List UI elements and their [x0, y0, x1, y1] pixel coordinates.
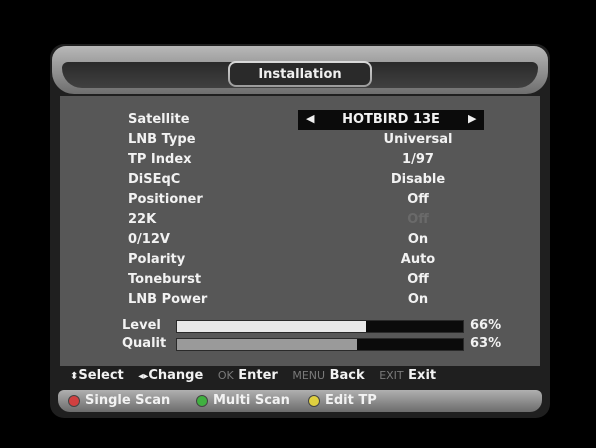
page-title: Installation — [230, 63, 370, 85]
menu-key: MENU — [292, 369, 326, 382]
single-scan-label: Single Scan — [85, 393, 171, 408]
setting-row-lnb-type[interactable]: LNB Type Universal — [128, 130, 508, 150]
setting-row-diseqc[interactable]: DiSEqC Disable — [128, 170, 508, 190]
setting-label: LNB Power — [128, 292, 208, 307]
setting-value: 1/97 — [402, 152, 434, 167]
help-change: ◂▸Change — [138, 368, 203, 383]
setting-value: On — [407, 292, 429, 307]
setting-row-22k: 22K Off — [128, 210, 508, 230]
setting-label: DiSEqC — [128, 172, 181, 187]
setting-label: Polarity — [128, 252, 186, 267]
level-meter — [176, 320, 464, 333]
setting-row-0-12v[interactable]: 0/12V On — [128, 230, 508, 250]
multi-scan-button[interactable]: Multi Scan — [196, 393, 290, 408]
multi-scan-label: Multi Scan — [213, 393, 290, 408]
quality-percent: 63% — [470, 336, 502, 351]
help-ok: OK Enter — [218, 368, 278, 383]
setting-row-tp-index[interactable]: TP Index 1/97 — [128, 150, 508, 170]
single-scan-button[interactable]: Single Scan — [68, 393, 170, 408]
help-change-label: Change — [148, 368, 204, 383]
help-menu-label: Back — [329, 368, 365, 383]
setting-label: Toneburst — [128, 272, 202, 287]
help-exit: EXIT Exit — [379, 368, 436, 383]
green-button-icon — [196, 394, 208, 407]
help-ok-label: Enter — [238, 368, 278, 383]
setting-value: Disable — [390, 172, 446, 187]
level-meter-fill — [177, 321, 366, 332]
setting-value: Universal — [383, 132, 453, 147]
setting-value: Off — [407, 272, 429, 287]
setting-row-satellite[interactable]: Satellite — [128, 110, 508, 130]
setting-row-toneburst[interactable]: Toneburst Off — [128, 270, 508, 290]
setting-row-lnb-power[interactable]: LNB Power On — [128, 290, 508, 310]
setting-label: TP Index — [128, 152, 192, 167]
level-label: Level — [122, 318, 161, 333]
title-box: Installation — [228, 61, 372, 87]
red-button-icon — [68, 394, 80, 407]
help-menu: MENU Back — [292, 368, 364, 383]
quality-meter-fill — [177, 339, 358, 350]
setting-row-positioner[interactable]: Positioner Off — [128, 190, 508, 210]
left-right-icon: ◂▸ — [138, 371, 149, 382]
edit-tp-button[interactable]: Edit TP — [308, 393, 377, 408]
help-exit-label: Exit — [408, 368, 437, 383]
setting-value: On — [407, 232, 429, 247]
setting-value: Off — [407, 192, 429, 207]
setting-label: 22K — [128, 212, 157, 227]
setting-value: Auto — [400, 252, 436, 267]
quality-meter — [176, 338, 464, 351]
setting-label: Satellite — [128, 112, 190, 127]
edit-tp-label: Edit TP — [325, 393, 377, 408]
setting-label: Positioner — [128, 192, 203, 207]
quality-label: Qualit — [122, 336, 167, 351]
ok-key: OK — [217, 369, 234, 382]
setting-row-polarity[interactable]: Polarity Auto — [128, 250, 508, 270]
action-bar: Single Scan Multi Scan Edit TP — [58, 390, 542, 412]
help-select-label: Select — [78, 368, 124, 383]
exit-key: EXIT — [379, 369, 404, 382]
yellow-button-icon — [308, 394, 320, 407]
help-bar: ⬍Select ◂▸Change OK Enter MENU Back EXIT… — [70, 368, 530, 388]
setting-value: Off — [407, 212, 429, 227]
setting-label: LNB Type — [128, 132, 196, 147]
setting-label: 0/12V — [128, 232, 170, 247]
level-percent: 66% — [470, 318, 502, 333]
help-select: ⬍Select — [70, 368, 124, 383]
